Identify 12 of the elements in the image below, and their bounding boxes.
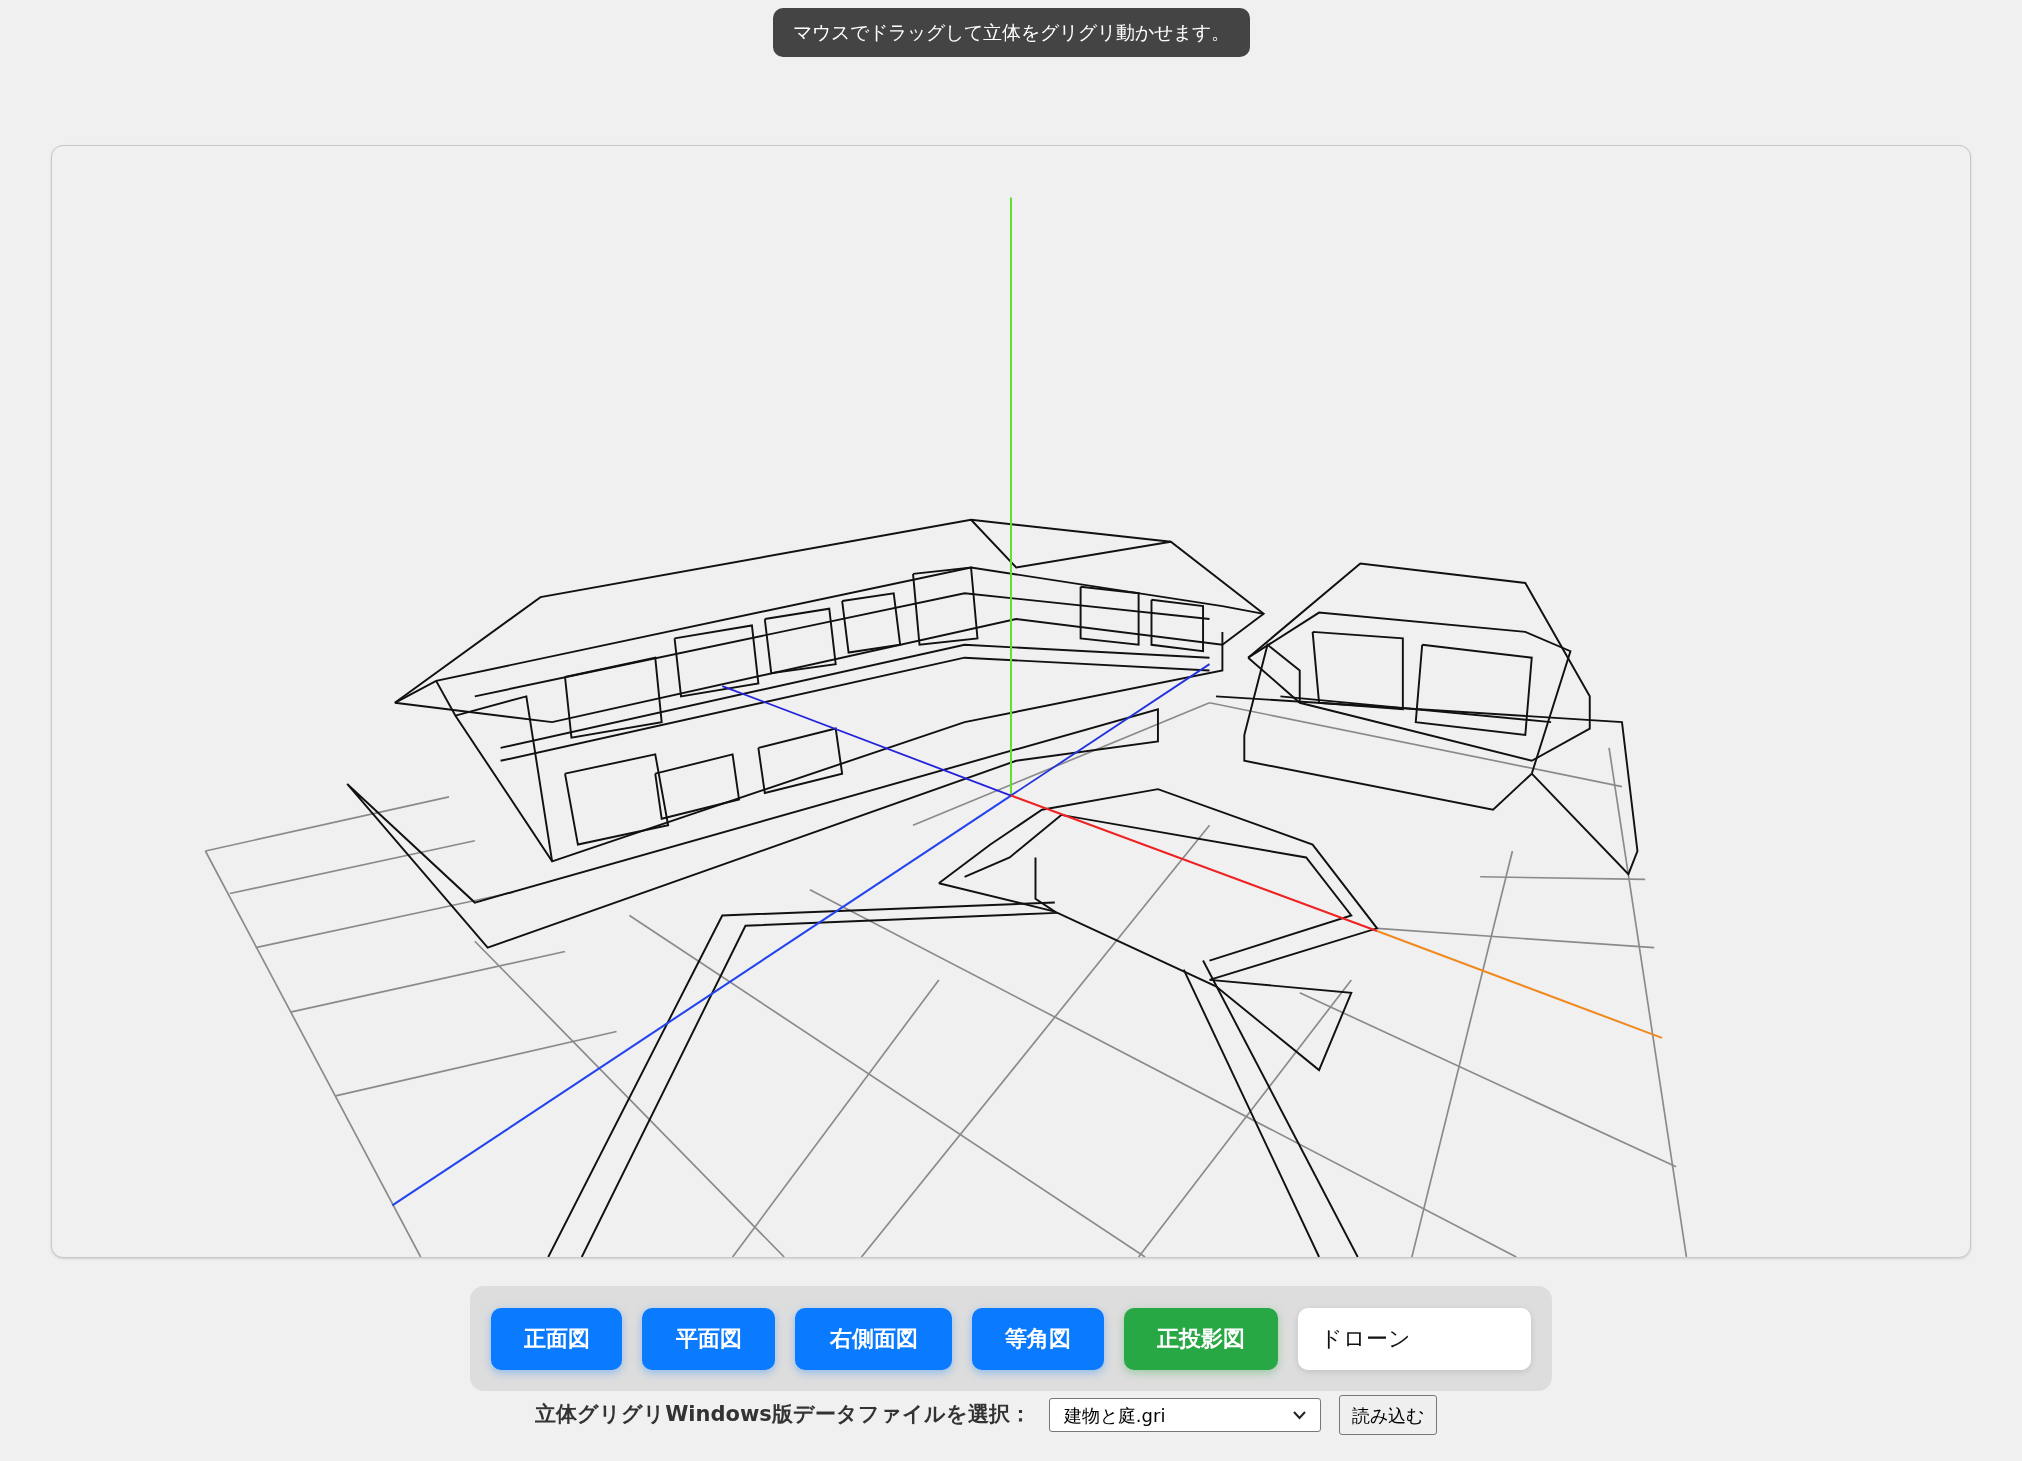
view-button[interactable]: 右側面図 — [795, 1307, 952, 1370]
load-button[interactable]: 読み込む — [1338, 1395, 1437, 1435]
toggle-button[interactable]: 正投影図 — [1124, 1307, 1278, 1370]
file-select-label: 立体グリグリWindows版データファイルを選択： — [535, 1401, 1031, 1429]
view-button[interactable]: 平面図 — [642, 1307, 775, 1370]
file-select[interactable]: 建物と庭.gri — [1048, 1398, 1321, 1432]
3d-viewport[interactable] — [51, 145, 1971, 1258]
view-button[interactable]: 正面図 — [491, 1307, 622, 1370]
toggle-button[interactable]: ドローン — [1298, 1307, 1531, 1370]
chevron-down-icon — [1292, 1410, 1306, 1420]
view-button[interactable]: 等角図 — [972, 1307, 1104, 1370]
hint-banner: マウスでドラッグして立体をグリグリ動かせます。 — [772, 8, 1250, 57]
